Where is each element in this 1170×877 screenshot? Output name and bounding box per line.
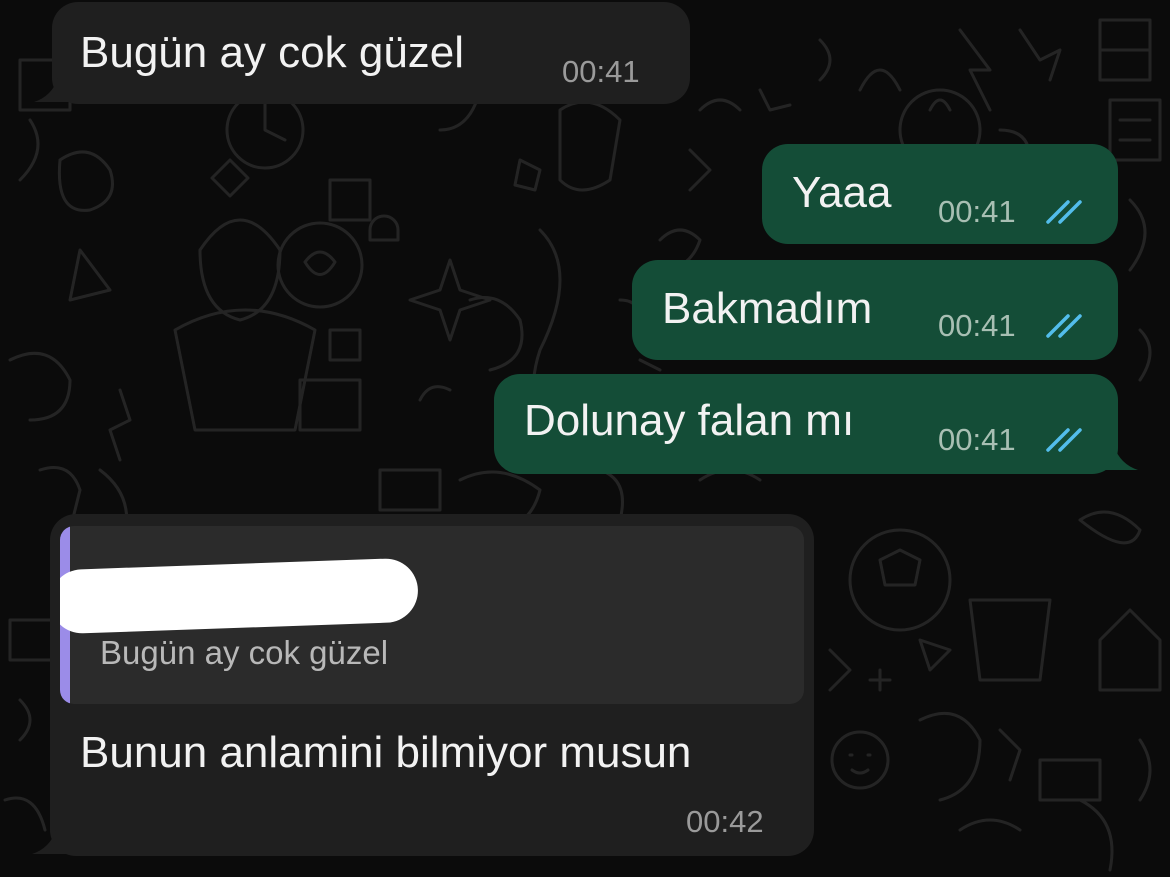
message-bubble-incoming-reply[interactable]: Bugün ay cok güzel Bunun anlamini bilmiy…: [50, 514, 814, 856]
double-check-read-icon: [1046, 428, 1082, 452]
message-timestamp: 00:41: [938, 194, 1016, 229]
message-timestamp: 00:41: [938, 422, 1016, 457]
double-check-read-icon: [1046, 314, 1082, 338]
chat-view[interactable]: Bugün ay cok güzel 00:41 Yaaa 00:41 Bakm…: [0, 0, 1170, 877]
bubble-tail-incoming: [32, 830, 72, 854]
message-timestamp: 00:41: [562, 54, 640, 89]
double-check-read-icon: [1046, 200, 1082, 224]
redacted-author-name: [60, 557, 420, 635]
message-bubble-outgoing[interactable]: Yaaa 00:41: [762, 144, 1118, 244]
quoted-message-text: Bugün ay cok güzel: [100, 634, 389, 671]
message-timestamp: 00:41: [938, 308, 1016, 343]
message-bubble-outgoing[interactable]: Dolunay falan mı 00:41: [494, 374, 1118, 474]
message-bubble-incoming[interactable]: Bugün ay cok güzel 00:41: [52, 2, 690, 104]
message-text: Bugün ay cok güzel: [80, 28, 465, 77]
message-text: Bunun anlamini bilmiyor musun: [80, 728, 692, 777]
message-bubble-outgoing[interactable]: Bakmadım 00:41: [632, 260, 1118, 360]
message-timestamp: 00:42: [686, 804, 764, 839]
bubble-tail-incoming: [34, 78, 74, 102]
message-text: Yaaa: [792, 168, 892, 217]
message-text: Dolunay falan mı: [524, 396, 855, 445]
bubble-tail-outgoing: [1098, 446, 1138, 470]
message-text: Bakmadım: [662, 284, 873, 333]
quoted-message[interactable]: Bugün ay cok güzel: [60, 526, 804, 704]
